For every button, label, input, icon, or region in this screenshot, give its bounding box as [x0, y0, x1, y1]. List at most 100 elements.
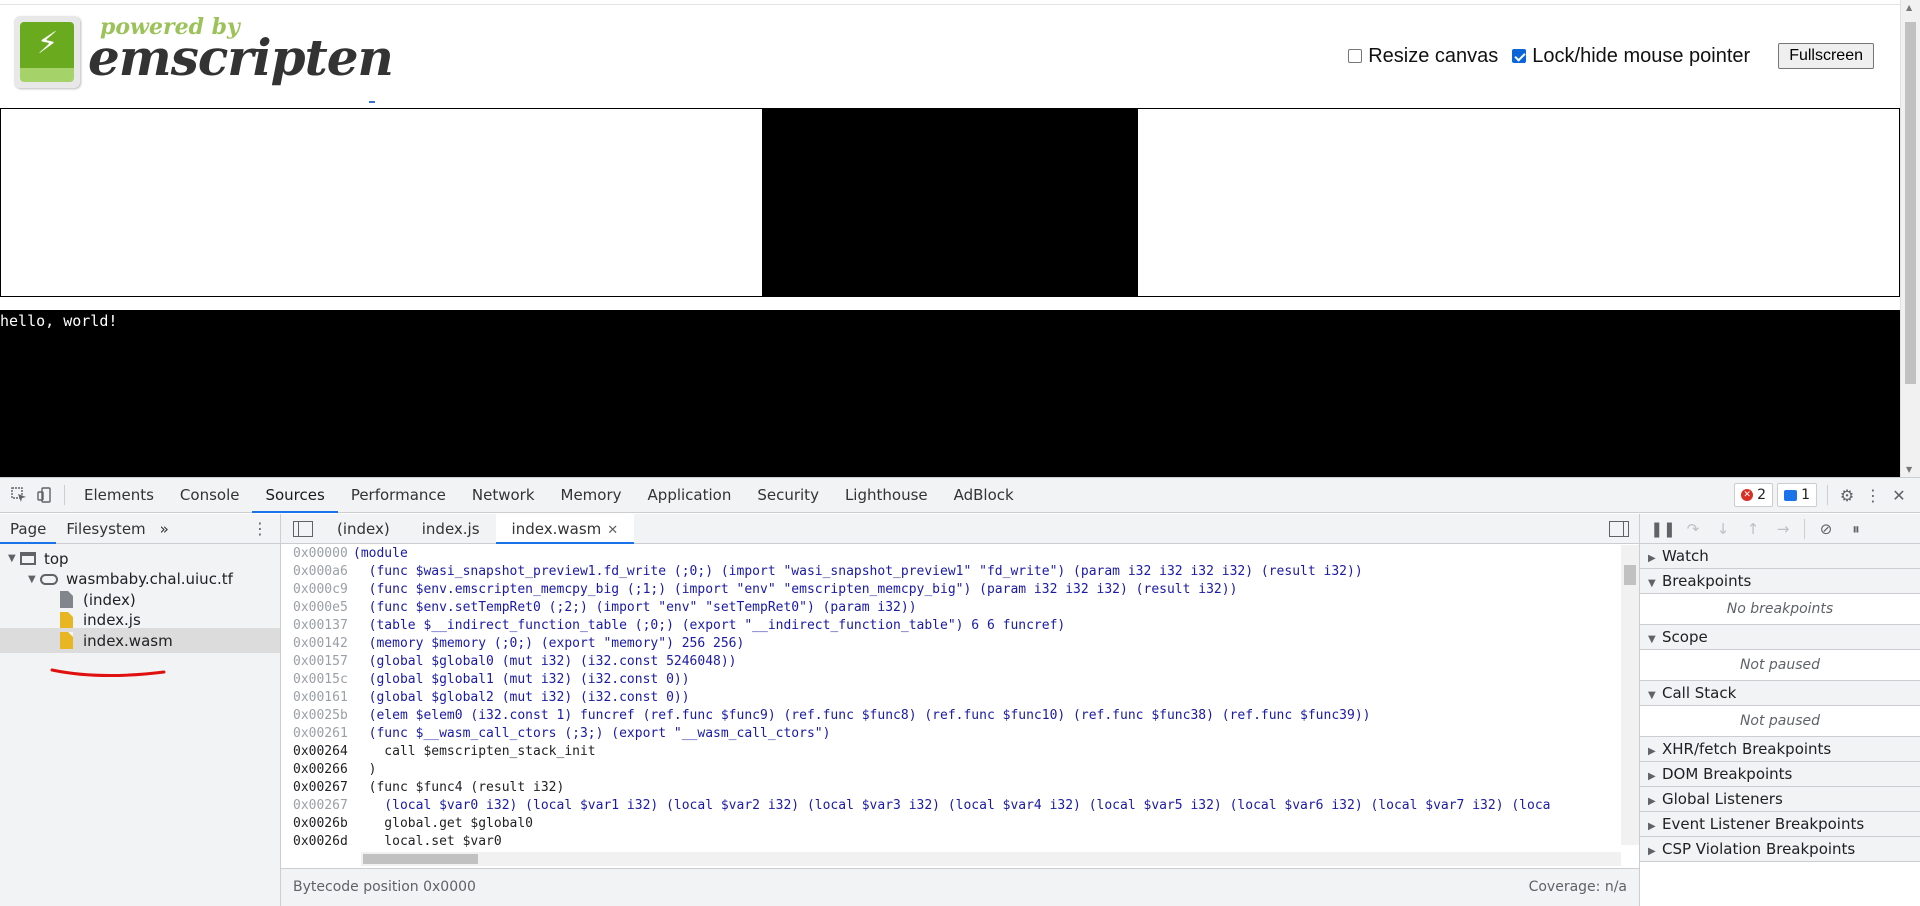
tree-item[interactable]: index.wasm — [0, 628, 280, 653]
bytecode-address[interactable]: 0x00137 — [281, 617, 351, 635]
gear-icon[interactable]: ⚙ — [1834, 482, 1860, 508]
code-line[interactable]: 0x000a6 (func $wasi_snapshot_preview1.fd… — [281, 563, 1621, 581]
devtools-tab-sources[interactable]: Sources — [252, 478, 338, 513]
pane-header-csp-violation-breakpoints[interactable]: ▶ CSP Violation Breakpoints — [1640, 837, 1920, 862]
step-into-icon[interactable]: ↓ — [1708, 520, 1738, 538]
console-output[interactable]: hello, world! — [0, 310, 1900, 477]
resize-canvas-option[interactable]: Resize canvas — [1348, 45, 1498, 68]
bytecode-address[interactable]: 0x00267 — [281, 779, 351, 797]
navigator-menu-icon[interactable]: ⋮ — [252, 519, 268, 538]
pause-on-exceptions-icon[interactable]: ⏸ — [1841, 520, 1871, 538]
code-line[interactable]: 0x00161 (global $global2 (mut i32) (i32.… — [281, 689, 1621, 707]
page-scrollbar[interactable]: ▲ ▼ — [1900, 0, 1920, 477]
code-line[interactable]: 0x0026d local.set $var0 — [281, 833, 1621, 849]
bytecode-address[interactable]: 0x00264 — [281, 743, 351, 761]
more-tabs-icon[interactable]: » — [156, 514, 173, 544]
devtools-tab-memory[interactable]: Memory — [548, 478, 635, 513]
bytecode-address[interactable]: 0x00267 — [281, 797, 351, 815]
kebab-menu-icon[interactable]: ⋮ — [1860, 482, 1886, 508]
code-line[interactable]: 0x0015c (global $global1 (mut i32) (i32.… — [281, 671, 1621, 689]
step-icon[interactable]: → — [1768, 520, 1798, 538]
code-line[interactable]: 0x000e5 (func $env.setTempRet0 (;2;) (im… — [281, 599, 1621, 617]
devtools-tab-adblock[interactable]: AdBlock — [941, 478, 1027, 513]
step-over-icon[interactable]: ↷ — [1678, 520, 1708, 538]
resize-canvas-checkbox[interactable] — [1348, 49, 1363, 63]
bytecode-address[interactable]: 0x00266 — [281, 761, 351, 779]
code-line[interactable]: 0x00137 (table $__indirect_function_tabl… — [281, 617, 1621, 635]
editor-tab-index-wasm[interactable]: index.wasm ✕ — [495, 513, 635, 544]
deactivate-breakpoints-icon[interactable]: ⊘ — [1811, 520, 1841, 538]
bytecode-address[interactable]: 0x000a6 — [281, 563, 351, 581]
message-count-badge[interactable]: 1 — [1777, 483, 1817, 507]
devtools-tab-performance[interactable]: Performance — [338, 478, 459, 513]
fullscreen-button[interactable]: Fullscreen — [1778, 43, 1874, 69]
code-line[interactable]: 0x00000 (module — [281, 545, 1621, 563]
pane-header-scope[interactable]: ▼ Scope — [1640, 625, 1920, 650]
code-horizontal-scrollbar[interactable] — [361, 852, 1621, 866]
code-line[interactable]: 0x00264 call $emscripten_stack_init — [281, 743, 1621, 761]
game-canvas[interactable] — [762, 109, 1138, 296]
pane-header-watch[interactable]: ▶ Watch — [1640, 544, 1920, 569]
pane-header-breakpoints[interactable]: ▼ Breakpoints — [1640, 569, 1920, 594]
emscripten-logo[interactable]: ⚡ powered by emscripten — [10, 12, 394, 92]
inspect-element-icon[interactable] — [6, 482, 32, 508]
expand-triangle-icon[interactable]: ▼ — [8, 553, 20, 564]
bytecode-address[interactable]: 0x00161 — [281, 689, 351, 707]
step-out-icon[interactable]: ↑ — [1738, 520, 1768, 538]
code-line[interactable]: 0x00266 ) — [281, 761, 1621, 779]
pane-header-call-stack[interactable]: ▼ Call Stack — [1640, 681, 1920, 706]
close-devtools-icon[interactable]: ✕ — [1886, 482, 1912, 508]
error-count-badge[interactable]: ✕ 2 — [1734, 483, 1774, 507]
devtools-tab-application[interactable]: Application — [635, 478, 745, 513]
devtools-tab-elements[interactable]: Elements — [71, 478, 167, 513]
bytecode-address[interactable]: 0x0025b — [281, 707, 351, 725]
code-line[interactable]: 0x00267 (func $func4 (result i32) — [281, 779, 1621, 797]
devtools-tab-network[interactable]: Network — [459, 478, 548, 513]
code-view[interactable]: 0x00000 (module 0x000a6 (func $wasi_snapsh… — [281, 545, 1621, 849]
pane-header-dom-breakpoints[interactable]: ▶ DOM Breakpoints — [1640, 762, 1920, 787]
pane-header-event-listener-breakpoints[interactable]: ▶ Event Listener Breakpoints — [1640, 812, 1920, 837]
bytecode-address[interactable]: 0x0015c — [281, 671, 351, 689]
scroll-down-icon[interactable]: ▼ — [1906, 465, 1912, 474]
devtools-tab-console[interactable]: Console — [167, 478, 253, 513]
collapse-triangle-icon: ▼ — [1648, 578, 1656, 589]
editor-tab-index[interactable]: (index) — [321, 514, 406, 544]
pane-header-xhr-fetch-breakpoints[interactable]: ▶ XHR/fetch Breakpoints — [1640, 737, 1920, 762]
bytecode-address[interactable]: 0x00000 — [281, 545, 351, 563]
editor-tab-index-js[interactable]: index.js — [406, 514, 496, 544]
code-line[interactable]: 0x0025b (elem $elem0 (i32.const 1) funcr… — [281, 707, 1621, 725]
bytecode-address[interactable]: 0x0026d — [281, 833, 351, 849]
coverage-status[interactable]: Coverage: n/a — [1529, 879, 1627, 895]
navigator-tab-filesystem[interactable]: Filesystem — [56, 514, 155, 544]
code-vertical-scrollbar[interactable] — [1621, 545, 1639, 845]
device-toolbar-icon[interactable] — [32, 482, 58, 508]
bytecode-address[interactable]: 0x00157 — [281, 653, 351, 671]
navigator-tab-page[interactable]: Page — [0, 514, 57, 544]
code-line[interactable]: 0x0026b global.get $global0 — [281, 815, 1621, 833]
code-line[interactable]: 0x00261 (func $__wasm_call_ctors (;3;) (… — [281, 725, 1621, 743]
pause-icon[interactable]: ❚❚ — [1648, 520, 1678, 538]
code-line[interactable]: 0x00142 (memory $memory (;0;) (export "m… — [281, 635, 1621, 653]
lock-pointer-option[interactable]: Lock/hide mouse pointer — [1512, 45, 1750, 68]
code-hscroll-thumb[interactable] — [363, 854, 478, 864]
code-vscroll-thumb[interactable] — [1624, 565, 1636, 585]
pane-title: XHR/fetch Breakpoints — [1662, 740, 1832, 758]
bytecode-address[interactable]: 0x000e5 — [281, 599, 351, 617]
devtools-tab-security[interactable]: Security — [744, 478, 832, 513]
devtools-tab-lighthouse[interactable]: Lighthouse — [832, 478, 941, 513]
toggle-navigator-icon[interactable] — [293, 520, 313, 537]
toggle-debugger-icon[interactable] — [1609, 521, 1629, 537]
page-scroll-thumb[interactable] — [1905, 22, 1916, 384]
expand-triangle-icon[interactable]: ▼ — [28, 574, 40, 585]
bytecode-address[interactable]: 0x0026b — [281, 815, 351, 833]
lock-pointer-checkbox[interactable] — [1512, 49, 1527, 63]
scroll-up-icon[interactable]: ▲ — [1906, 3, 1912, 12]
code-line[interactable]: 0x000c9 (func $env.emscripten_memcpy_big… — [281, 581, 1621, 599]
pane-header-global-listeners[interactable]: ▶ Global Listeners — [1640, 787, 1920, 812]
bytecode-address[interactable]: 0x00261 — [281, 725, 351, 743]
bytecode-address[interactable]: 0x00142 — [281, 635, 351, 653]
code-line[interactable]: 0x00267 (local $var0 i32) (local $var1 i… — [281, 797, 1621, 815]
bytecode-address[interactable]: 0x000c9 — [281, 581, 351, 599]
code-line[interactable]: 0x00157 (global $global0 (mut i32) (i32.… — [281, 653, 1621, 671]
close-tab-icon[interactable]: ✕ — [607, 523, 618, 538]
